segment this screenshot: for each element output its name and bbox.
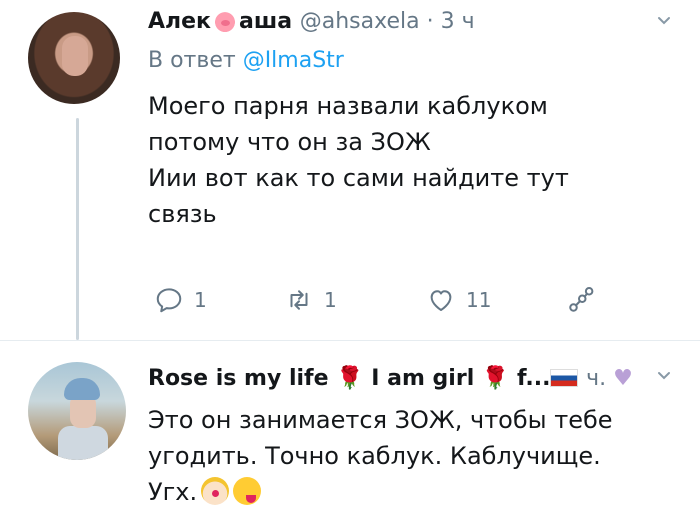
display-name-part2: аша [239, 9, 293, 34]
display-name-tail: ч. [586, 366, 607, 391]
rose-emoji: 🌹 [481, 366, 510, 391]
tweet-text: Это он занимается ЗОЖ, чтобы тебе угодит… [148, 402, 668, 510]
tweet-header: Rose is my life 🌹 I am girl 🌹 f... ч. ♥ [148, 366, 633, 391]
retweet-icon [290, 290, 308, 310]
avatar-body [58, 426, 108, 460]
reply-context: В ответ @IlmaStr [148, 48, 344, 73]
reply-button[interactable]: 1 [154, 282, 207, 318]
chevron-down-icon[interactable] [656, 368, 672, 384]
tweet-text-line: потому что он за ЗОЖ [148, 128, 431, 156]
share-button[interactable] [566, 282, 596, 318]
display-name[interactable]: Rose is my life 🌹 I am girl 🌹 f... [148, 366, 586, 391]
tweet-text-line: Моего парня назвали каблуком [148, 92, 548, 120]
avatar[interactable] [28, 362, 126, 460]
rose-emoji: 🌹 [336, 366, 364, 391]
display-name-part3: f... [516, 366, 551, 391]
avatar-face [62, 36, 88, 76]
separator-dot: · [426, 9, 434, 34]
tweet-original[interactable]: Алек аша @ahsaxela · 3 ч В ответ @IlmaStr… [0, 0, 700, 340]
retweet-button[interactable]: 1 [284, 282, 337, 318]
pig-face-emoji [212, 10, 238, 32]
tweet-text: Моего парня назвали каблуком потому что … [148, 88, 668, 232]
thread-line [76, 118, 79, 340]
reply-count: 1 [194, 288, 207, 312]
avatar[interactable] [28, 12, 120, 104]
tweet-header: Алек аша @ahsaxela · 3 ч [148, 9, 475, 34]
clown-emoji [201, 477, 230, 505]
crazy-face-emoji [233, 477, 262, 505]
heart-icon [430, 290, 452, 311]
like-count: 11 [466, 288, 492, 312]
display-name-part1: Алек [148, 9, 211, 34]
retweet-count: 1 [324, 288, 337, 312]
share-icon [569, 287, 594, 312]
tweet-text-line-content: Угх. [148, 478, 198, 506]
tweet-divider [0, 340, 700, 341]
chevron-down-icon[interactable] [656, 13, 672, 29]
like-button[interactable]: 11 [426, 282, 491, 318]
tweet-text-line: Это он занимается ЗОЖ, чтобы тебе [148, 406, 613, 434]
reply-icon [156, 288, 182, 313]
purple-heart-emoji: ♥ [613, 366, 633, 391]
reply-prefix: В ответ [148, 48, 236, 73]
display-name-part1: Rose is my life [148, 366, 329, 391]
avatar-hair [64, 378, 100, 400]
display-name[interactable]: Алек аша [148, 9, 300, 34]
timestamp[interactable]: 3 ч [441, 9, 475, 34]
russian-flag-emoji [550, 369, 579, 387]
tweet-text-line: связь [148, 200, 217, 228]
display-name-part2: I am girl [371, 366, 475, 391]
reply-mention-link[interactable]: @IlmaStr [243, 48, 344, 73]
action-bar: 1 1 11 [148, 282, 608, 318]
tweet-text-line: Иии вот как то сами найдите тут [148, 164, 569, 192]
tweet-text-line: Угх. [148, 474, 668, 510]
username-handle[interactable]: @ahsaxela [300, 9, 420, 34]
tweet-text-line: угодить. Точно каблук. Каблучище. [148, 442, 601, 470]
